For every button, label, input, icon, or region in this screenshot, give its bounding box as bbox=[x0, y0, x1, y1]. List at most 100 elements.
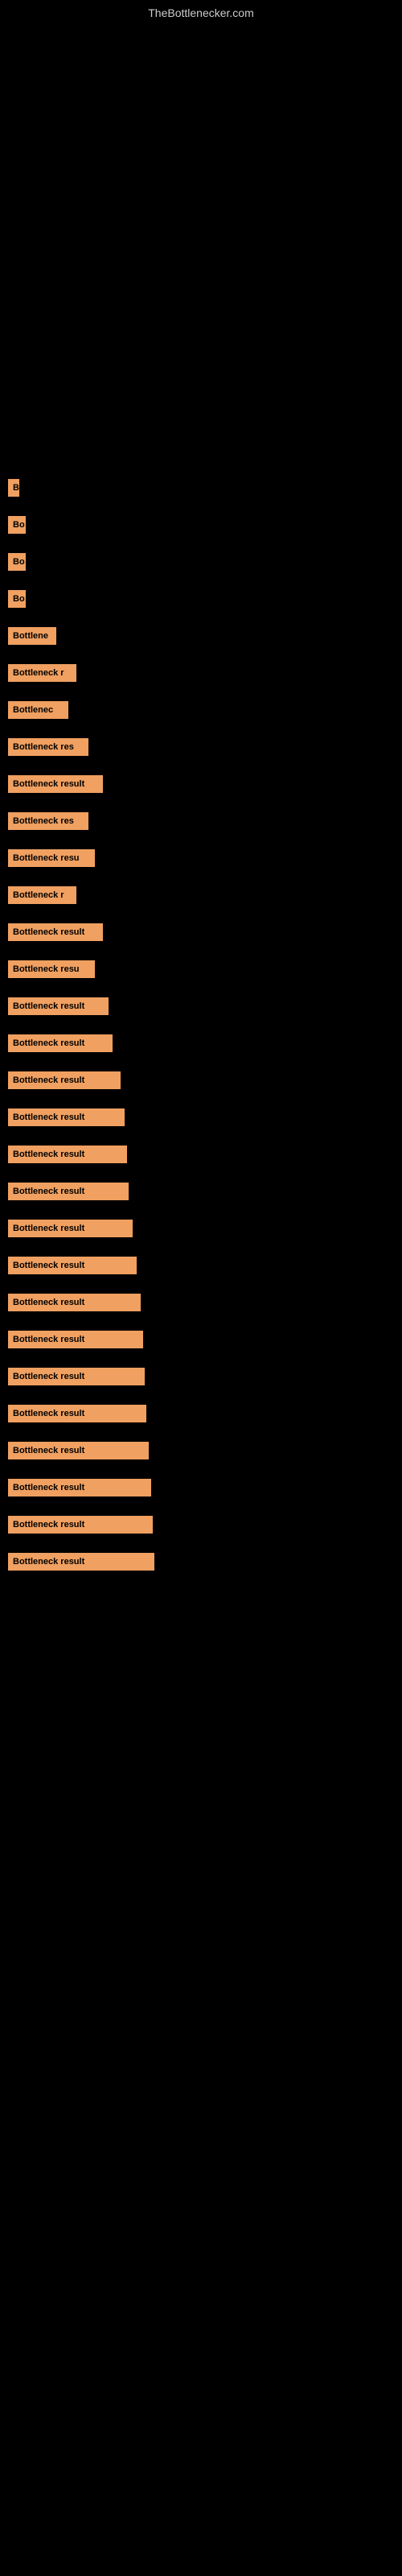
result-row: Bottleneck result bbox=[0, 995, 402, 1018]
result-spacer bbox=[0, 375, 402, 390]
result-gap bbox=[0, 795, 402, 810]
result-spacer bbox=[0, 433, 402, 448]
result-row: Bottleneck result bbox=[0, 1254, 402, 1277]
result-bar: Bottleneck result bbox=[8, 1183, 129, 1200]
result-bar: Bottleneck result bbox=[8, 1034, 113, 1052]
result-gap bbox=[0, 1462, 402, 1476]
result-bar: Bottleneck r bbox=[8, 886, 76, 904]
chart-area bbox=[0, 23, 402, 361]
result-bar: Bottleneck result bbox=[8, 1516, 153, 1534]
result-row: Bottleneck result bbox=[0, 1328, 402, 1351]
result-row: Bottleneck result bbox=[0, 1069, 402, 1092]
result-gap bbox=[0, 943, 402, 958]
result-bar: Bottleneck result bbox=[8, 1257, 137, 1274]
result-row: Bottleneck resu bbox=[0, 958, 402, 980]
result-row: Bottleneck resu bbox=[0, 847, 402, 869]
result-gap bbox=[0, 573, 402, 588]
result-gap bbox=[0, 1388, 402, 1402]
result-bar: Bottleneck res bbox=[8, 812, 88, 830]
result-bar: Bottlene bbox=[8, 627, 56, 645]
result-row: Bottleneck r bbox=[0, 884, 402, 906]
result-gap bbox=[0, 1240, 402, 1254]
result-gap bbox=[0, 1536, 402, 1550]
result-spacer bbox=[0, 361, 402, 375]
result-gap bbox=[0, 1166, 402, 1180]
result-gap bbox=[0, 1499, 402, 1513]
result-row: Bottleneck result bbox=[0, 773, 402, 795]
result-row: Bottleneck result bbox=[0, 1550, 402, 1573]
result-row: Bottlenec bbox=[0, 699, 402, 721]
result-bar: B bbox=[8, 479, 19, 497]
result-bar: Bottleneck result bbox=[8, 1442, 149, 1459]
result-bar: Bottleneck result bbox=[8, 923, 103, 941]
result-bar: Bottleneck result bbox=[8, 1146, 127, 1163]
result-row: Bottleneck result bbox=[0, 1180, 402, 1203]
result-list: B Bo Bo Bo Bottlene Bottleneck r Bottlenec Bott… bbox=[0, 361, 402, 1587]
result-gap bbox=[0, 1055, 402, 1069]
result-bar: Bottleneck res bbox=[8, 738, 88, 756]
result-row: Bottleneck result bbox=[0, 1106, 402, 1129]
result-bar: Bo bbox=[8, 590, 26, 608]
result-row: Bottleneck result bbox=[0, 1439, 402, 1462]
result-gap bbox=[0, 980, 402, 995]
result-gap bbox=[0, 499, 402, 514]
result-row: Bottleneck r bbox=[0, 662, 402, 684]
result-spacer bbox=[0, 448, 402, 462]
result-bar: Bottleneck r bbox=[8, 664, 76, 682]
result-row: Bottlene bbox=[0, 625, 402, 647]
result-bar: Bottleneck result bbox=[8, 1405, 146, 1422]
result-gap bbox=[0, 1314, 402, 1328]
result-row: Bottleneck result bbox=[0, 1476, 402, 1499]
result-spacer bbox=[0, 462, 402, 477]
result-bar: Bottleneck result bbox=[8, 1294, 141, 1311]
result-gap bbox=[0, 1351, 402, 1365]
result-row: B bbox=[0, 477, 402, 499]
result-bar: Bottleneck resu bbox=[8, 849, 95, 867]
result-bar: Bottleneck result bbox=[8, 1553, 154, 1571]
result-row: Bottleneck result bbox=[0, 1217, 402, 1240]
result-row: Bottleneck result bbox=[0, 1513, 402, 1536]
result-row: Bottleneck res bbox=[0, 736, 402, 758]
result-row: Bottleneck result bbox=[0, 1365, 402, 1388]
result-gap bbox=[0, 610, 402, 625]
result-gap bbox=[0, 721, 402, 736]
result-gap bbox=[0, 1425, 402, 1439]
result-row: Bottleneck result bbox=[0, 1291, 402, 1314]
result-bar: Bo bbox=[8, 553, 26, 571]
result-spacer bbox=[0, 390, 402, 404]
result-row: Bottleneck result bbox=[0, 921, 402, 943]
site-title: TheBottlenecker.com bbox=[0, 0, 402, 23]
result-gap bbox=[0, 832, 402, 847]
result-bar: Bottlenec bbox=[8, 701, 68, 719]
result-row: Bo bbox=[0, 588, 402, 610]
result-bar: Bottleneck result bbox=[8, 1071, 121, 1089]
result-gap bbox=[0, 869, 402, 884]
result-gap bbox=[0, 1573, 402, 1587]
result-spacer bbox=[0, 404, 402, 419]
result-row: Bo bbox=[0, 551, 402, 573]
result-bar: Bottleneck result bbox=[8, 1368, 145, 1385]
result-row: Bottleneck result bbox=[0, 1402, 402, 1425]
result-spacer bbox=[0, 419, 402, 433]
result-gap bbox=[0, 1092, 402, 1106]
result-bar: Bottleneck result bbox=[8, 1479, 151, 1496]
result-row: Bo bbox=[0, 514, 402, 536]
result-bar: Bottleneck resu bbox=[8, 960, 95, 978]
result-gap bbox=[0, 684, 402, 699]
result-gap bbox=[0, 647, 402, 662]
result-bar: Bottleneck result bbox=[8, 1108, 125, 1126]
result-gap bbox=[0, 906, 402, 921]
result-bar: Bottleneck result bbox=[8, 1220, 133, 1237]
result-bar: Bottleneck result bbox=[8, 997, 109, 1015]
result-bar: Bo bbox=[8, 516, 26, 534]
result-gap bbox=[0, 1018, 402, 1032]
result-row: Bottleneck result bbox=[0, 1032, 402, 1055]
result-gap bbox=[0, 536, 402, 551]
result-gap bbox=[0, 1203, 402, 1217]
result-row: Bottleneck res bbox=[0, 810, 402, 832]
result-gap bbox=[0, 1129, 402, 1143]
result-gap bbox=[0, 1277, 402, 1291]
result-row: Bottleneck result bbox=[0, 1143, 402, 1166]
result-bar: Bottleneck result bbox=[8, 1331, 143, 1348]
result-bar: Bottleneck result bbox=[8, 775, 103, 793]
